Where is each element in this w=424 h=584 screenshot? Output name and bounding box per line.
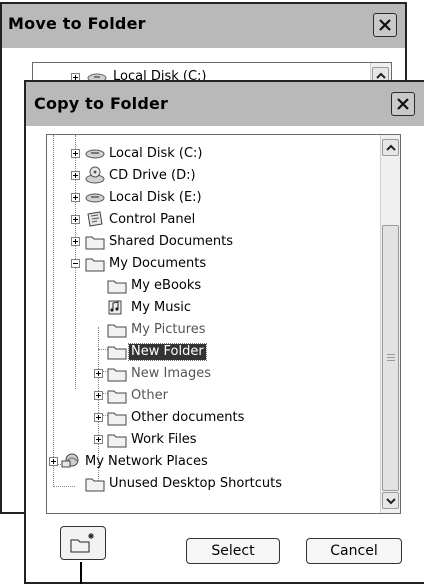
network-icon xyxy=(61,453,79,468)
tree-item-label[interactable]: Other xyxy=(131,388,168,404)
copy-dialog-titlebar[interactable]: Copy to Folder xyxy=(26,82,424,126)
tree-item-label[interactable]: My Documents xyxy=(109,256,206,272)
scroll-down-button[interactable] xyxy=(382,492,399,509)
folder-icon xyxy=(107,346,127,360)
folder-icon xyxy=(107,368,127,382)
move-dialog-close-button[interactable] xyxy=(373,13,397,37)
expand-toggle[interactable] xyxy=(49,457,58,466)
tree-item-unused-desktop-shortcuts[interactable]: Unused Desktop Shortcuts xyxy=(47,473,377,495)
folder-icon xyxy=(107,324,127,338)
tree-item-cd-drive-d[interactable]: CD Drive (D:) xyxy=(47,165,377,187)
folder-icon xyxy=(107,434,127,448)
copy-dialog-title: Copy to Folder xyxy=(34,94,169,113)
tree-item-label[interactable]: Local Disk (E:) xyxy=(109,190,202,206)
expand-toggle[interactable] xyxy=(94,413,103,422)
tree-item-new-images[interactable]: New Images xyxy=(47,363,377,385)
music-folder-icon xyxy=(108,300,122,315)
expand-toggle[interactable] xyxy=(94,369,103,378)
tree-item-label[interactable]: Local Disk (C:) xyxy=(109,146,202,162)
tree-item-my-music[interactable]: My Music xyxy=(47,297,377,319)
cd-drive-icon xyxy=(85,166,105,184)
tree-item-work-files[interactable]: Work Files xyxy=(47,429,377,451)
expand-toggle[interactable] xyxy=(94,435,103,444)
collapse-toggle[interactable] xyxy=(71,259,80,268)
copy-dialog-close-button[interactable] xyxy=(391,92,415,116)
folder-icon xyxy=(107,390,127,404)
scroll-thumb[interactable] xyxy=(382,225,399,491)
expand-toggle[interactable] xyxy=(71,193,80,202)
tree-item-label[interactable]: Control Panel xyxy=(109,212,195,228)
folder-icon xyxy=(85,236,105,250)
tree-item-local-disk-e[interactable]: Local Disk (E:) xyxy=(47,187,377,209)
tree-item-label[interactable]: My Music xyxy=(131,300,191,316)
tree-item-label[interactable]: CD Drive (D:) xyxy=(109,168,196,184)
select-button[interactable]: Select xyxy=(186,538,280,564)
chevron-down-icon xyxy=(386,498,396,505)
tree-item-label[interactable]: Work Files xyxy=(131,432,197,448)
tree-item-other-documents[interactable]: Other documents xyxy=(47,407,377,429)
folder-icon xyxy=(107,412,127,426)
chevron-up-icon xyxy=(386,144,396,151)
tree-item-label[interactable]: My eBooks xyxy=(131,278,201,294)
tree-item-control-panel[interactable]: Control Panel xyxy=(47,209,377,231)
tree-item-label[interactable]: Unused Desktop Shortcuts xyxy=(109,476,282,492)
close-icon xyxy=(397,98,409,110)
tree-item-label[interactable]: My Pictures xyxy=(131,322,206,338)
folder-icon xyxy=(85,258,105,272)
tree-item-my-pictures[interactable]: My Pictures xyxy=(47,319,377,341)
tree-item-other[interactable]: Other xyxy=(47,385,377,407)
chevron-up-icon xyxy=(376,72,386,79)
tree-item-label[interactable]: New Images xyxy=(131,366,211,382)
tree-item-label[interactable]: Shared Documents xyxy=(109,234,233,250)
tree-item-new-folder[interactable]: New Folder xyxy=(47,341,377,363)
move-dialog-title: Move to Folder xyxy=(8,14,146,33)
callout-pointer-line xyxy=(80,562,82,584)
tree-item-label-selected[interactable]: New Folder xyxy=(128,343,207,361)
scroll-up-button[interactable] xyxy=(382,139,399,156)
tree-item-local-disk-c[interactable]: Local Disk (C:) xyxy=(47,143,377,165)
tree-item-label[interactable]: My Network Places xyxy=(85,454,208,470)
cancel-button[interactable]: Cancel xyxy=(306,538,402,564)
folder-icon xyxy=(107,280,127,294)
expand-toggle[interactable] xyxy=(71,149,80,158)
drive-icon xyxy=(85,149,105,159)
expand-toggle[interactable] xyxy=(71,237,80,246)
tree-item-shared-documents[interactable]: Shared Documents xyxy=(47,231,377,253)
close-icon xyxy=(379,19,391,31)
copy-dialog-folder-tree[interactable]: Local Disk (C:) CD Drive (D:) Local Disk… xyxy=(46,134,401,514)
control-panel-icon xyxy=(87,211,103,227)
tree-item-my-documents[interactable]: My Documents xyxy=(47,253,377,275)
expand-toggle[interactable] xyxy=(71,215,80,224)
tree-item-label[interactable]: Other documents xyxy=(131,410,244,426)
copy-to-folder-dialog: Copy to Folder Local Disk (C:) CD Drive … xyxy=(24,80,424,584)
expand-toggle[interactable] xyxy=(94,391,103,400)
tree-item-my-network-places[interactable]: My Network Places xyxy=(47,451,377,473)
new-folder-icon xyxy=(70,533,94,553)
move-dialog-titlebar[interactable]: Move to Folder xyxy=(2,4,405,48)
folder-icon xyxy=(85,478,105,492)
drive-icon xyxy=(85,193,105,203)
expand-toggle[interactable] xyxy=(71,171,80,180)
tree-item-my-ebooks[interactable]: My eBooks xyxy=(47,275,377,297)
new-folder-button[interactable] xyxy=(60,526,106,560)
copy-dialog-scrollbar[interactable] xyxy=(380,135,400,513)
